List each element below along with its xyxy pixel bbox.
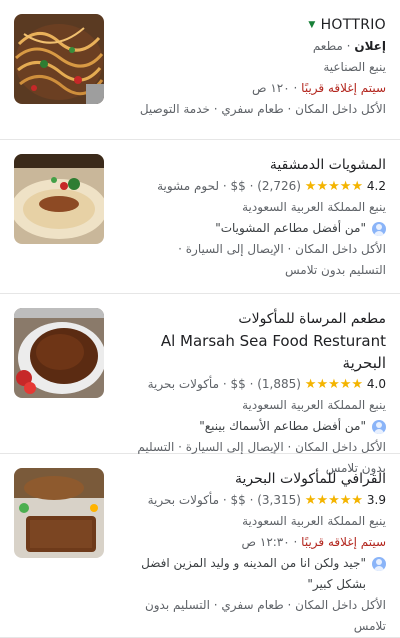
review-text: "من أفضل مطاعم المشويات" — [215, 221, 366, 235]
location: ينبع المملكة العربية السعودية — [242, 514, 386, 528]
rating-value: 4.2 — [366, 179, 386, 193]
restaurant-card-al-marsah[interactable]: مطعم المرساة للمأكولات Al Marsah Sea Foo… — [0, 294, 400, 475]
services: الأكل داخل المكان · الإيصال إلى السيارة … — [178, 242, 386, 256]
category: مأكولات بحرية — [147, 377, 220, 391]
closing-time: ١٢:٣٠ ص — [241, 535, 290, 549]
review-snippet: "من أفضل مطاعم الأسماك بينبع" — [114, 416, 386, 437]
star-rating-icon: ★★★★★ — [304, 493, 364, 508]
rating-value: 4.0 — [366, 377, 386, 391]
location: ينبع الصناعية — [323, 60, 386, 74]
review-text: "جيد ولكن انا من المدينه و وليد المزين ا… — [141, 556, 366, 591]
review-count[interactable]: (3,315) — [257, 493, 301, 507]
restaurant-card-damascus-grills[interactable]: المشويات الدمشقية 4.2 ★★★★★ (2,726) · $$… — [0, 140, 400, 294]
location: ينبع المملكة العربية السعودية — [242, 398, 386, 412]
restaurant-card-al-qarafi[interactable]: القرافي للمأكولات البحرية 3.9 ★★★★★ (3,3… — [0, 454, 400, 638]
review-snippet: "من أفضل مطاعم المشويات" — [114, 218, 386, 239]
services: الأكل داخل المكان · طعام سفري · التسليم … — [144, 598, 386, 633]
ad-caret-icon: ▼ — [308, 20, 316, 30]
review-text: "من أفضل مطاعم الأسماك بينبع" — [199, 419, 366, 433]
category: مطعم — [312, 39, 343, 53]
user-avatar-icon — [372, 420, 386, 434]
hours-line: سيتم إغلاقه قريبًا · ١٢٠ ص — [252, 81, 386, 95]
rating-line: 4.2 ★★★★★ (2,726) · $$ · لحوم مشوية — [157, 179, 386, 194]
price-level: $$ — [230, 493, 246, 507]
restaurant-name[interactable]: المشويات الدمشقية — [114, 154, 386, 176]
closing-time: ١٢٠ ص — [252, 81, 290, 95]
restaurant-card-hottrio[interactable]: ▼ HOTTRIO إعلان · مطعم ينبع الصناعية سيتم… — [0, 0, 400, 140]
star-rating-icon: ★★★★★ — [304, 377, 364, 392]
hours-line: سيتم إغلاقه قريبًا · ١٢:٣٠ ص — [241, 535, 386, 549]
location: ينبع المملكة العربية السعودية — [242, 200, 386, 214]
closing-status: سيتم إغلاقه قريبًا — [301, 535, 386, 549]
user-avatar-icon — [372, 557, 386, 571]
star-rating-icon: ★★★★★ — [304, 179, 364, 194]
review-count[interactable]: (2,726) — [257, 179, 301, 193]
services: الأكل داخل المكان · طعام سفري · خدمة الت… — [139, 102, 386, 116]
category: مأكولات بحرية — [147, 493, 220, 507]
ad-label: إعلان — [354, 39, 386, 53]
restaurant-photo[interactable] — [14, 308, 104, 398]
rating-value: 3.9 — [366, 493, 386, 507]
review-count[interactable]: (1,885) — [257, 377, 301, 391]
category: لحوم مشوية — [157, 179, 220, 193]
category-line: إعلان · مطعم — [312, 39, 386, 53]
restaurant-photo[interactable] — [14, 14, 104, 104]
restaurant-name-latin[interactable]: Al Marsah Sea Food Resturant البحرية — [114, 330, 386, 374]
user-avatar-icon — [372, 222, 386, 236]
rating-line: 4.0 ★★★★★ (1,885) · $$ · مأكولات بحرية — [147, 377, 386, 392]
price-level: $$ — [230, 179, 246, 193]
price-level: $$ — [230, 377, 246, 391]
restaurant-photo[interactable] — [14, 468, 104, 558]
review-snippet: "جيد ولكن انا من المدينه و وليد المزين ا… — [114, 553, 386, 595]
restaurant-name[interactable]: ▼ HOTTRIO — [114, 14, 386, 36]
restaurant-name[interactable]: مطعم المرساة للمأكولات — [114, 308, 386, 330]
closing-status: سيتم إغلاقه قريبًا — [301, 81, 386, 95]
restaurant-name[interactable]: القرافي للمأكولات البحرية — [114, 468, 386, 490]
restaurant-list: ▼ HOTTRIO إعلان · مطعم ينبع الصناعية سيتم… — [0, 0, 400, 638]
restaurant-photo[interactable] — [14, 154, 104, 244]
rating-line: 3.9 ★★★★★ (3,315) · $$ · مأكولات بحرية — [147, 493, 386, 508]
services-continued: التسليم بدون تلامس — [285, 263, 386, 277]
